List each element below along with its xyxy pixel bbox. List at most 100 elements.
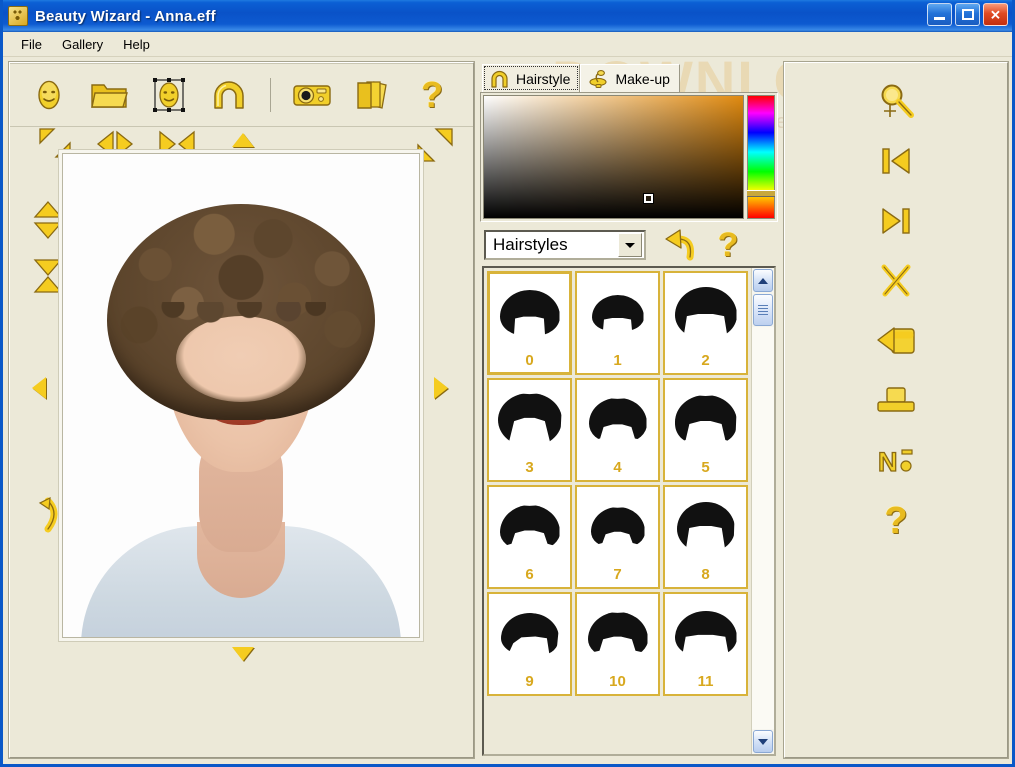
scissors-icon (881, 264, 911, 297)
rotate-button[interactable] (28, 495, 62, 535)
stamp-button[interactable] (869, 377, 923, 425)
undo-box-icon (877, 327, 915, 354)
hairstyle-index-label: 0 (525, 352, 534, 369)
wig-icon (491, 70, 508, 88)
hairstyle-index-label: 2 (701, 352, 710, 369)
wig-silhouette (500, 613, 559, 655)
move-right-button[interactable] (434, 377, 448, 399)
new-face-button[interactable] (28, 75, 70, 115)
move-down-button[interactable] (232, 647, 254, 661)
move-up-button[interactable] (232, 133, 254, 147)
close-button[interactable]: ✕ (983, 3, 1008, 26)
first-frame-icon (882, 148, 910, 174)
wig-silhouette (499, 505, 560, 548)
help-button[interactable]: ? (411, 75, 453, 115)
shrink-vertical-button[interactable] (30, 255, 66, 297)
numbering-button[interactable]: N (869, 437, 923, 485)
hairstyle-thumbnail[interactable]: 10 (575, 592, 660, 696)
style-category-value: Hairstyles (493, 235, 568, 254)
editor-panel: ? (8, 61, 475, 759)
menu-bar: File Gallery Help (3, 32, 1012, 57)
move-right-icon (434, 377, 448, 399)
maximize-button[interactable] (955, 3, 980, 26)
hairstyle-thumbnail[interactable]: 2 (663, 271, 748, 375)
hairstyle-thumbnail[interactable]: 7 (575, 485, 660, 589)
hairstyle-preview (577, 273, 658, 353)
camera-icon (293, 84, 331, 106)
tab-hairstyle[interactable]: Hairstyle (482, 64, 581, 92)
hairstyle-preview (665, 487, 746, 567)
hairstyle-thumbnail[interactable]: 1 (575, 271, 660, 375)
select-face-button[interactable] (148, 75, 190, 115)
move-up-icon (232, 133, 254, 147)
zoom-in-button[interactable] (869, 77, 923, 125)
chevron-down-icon[interactable] (618, 233, 642, 257)
wig-silhouette (588, 398, 647, 442)
hairstyle-thumbnail[interactable]: 4 (575, 378, 660, 482)
color-cursor[interactable] (644, 194, 653, 203)
wig-silhouette (499, 290, 560, 336)
undo-button[interactable] (656, 225, 700, 265)
style-controls: Hairstyles ? (480, 222, 778, 266)
stretch-vertical-button[interactable] (30, 199, 66, 241)
application-window: Beauty Wizard - Anna.eff ✕ File Gallery … (0, 0, 1015, 767)
open-folder-button[interactable] (88, 75, 130, 115)
arch-button[interactable] (208, 75, 250, 115)
restore-button[interactable] (869, 317, 923, 365)
hairstyle-thumbnail[interactable]: 6 (487, 485, 572, 589)
tab-makeup[interactable]: Make-up (580, 64, 680, 92)
main-toolbar: ? (10, 63, 473, 127)
last-frame-icon (882, 208, 910, 234)
menu-item-file[interactable]: File (11, 34, 52, 55)
main-area: DOWNLOAD Software - Games - Drivers (3, 57, 1012, 764)
last-frame-button[interactable] (869, 197, 923, 245)
hair-fringe (156, 302, 326, 346)
style-category-select[interactable]: Hairstyles (484, 230, 646, 260)
thumbnail-scrollbar[interactable] (751, 268, 774, 754)
move-left-button[interactable] (32, 377, 46, 399)
stamp-icon (877, 387, 915, 412)
first-frame-button[interactable] (869, 137, 923, 185)
scrollbar-track[interactable] (752, 327, 774, 729)
photo-frame[interactable] (62, 153, 420, 638)
cards-icon (357, 80, 387, 109)
hairstyle-index-label: 8 (701, 566, 710, 583)
wig-silhouette (590, 507, 645, 547)
menu-item-gallery[interactable]: Gallery (52, 34, 113, 55)
minimize-button[interactable] (927, 3, 952, 26)
hairstyle-index-label: 11 (697, 673, 714, 690)
scroll-up-button[interactable] (753, 269, 773, 292)
wig-silhouette (591, 295, 644, 331)
menu-item-help[interactable]: Help (113, 34, 160, 55)
hairstyle-thumbnail[interactable]: 5 (663, 378, 748, 482)
saturation-value-field[interactable] (483, 95, 744, 219)
scrollbar-thumb[interactable] (753, 294, 773, 326)
open-folder-icon (91, 83, 128, 108)
tools-panel: N ? (783, 61, 1009, 759)
toolbar-separator (270, 77, 271, 112)
hue-strip[interactable] (747, 95, 775, 219)
zoom-in-icon (881, 84, 914, 118)
tools-help-button[interactable]: ? (869, 497, 923, 545)
hairstyle-thumbnail[interactable]: 8 (663, 485, 748, 589)
hairstyle-index-label: 7 (613, 566, 622, 583)
hue-gradient[interactable] (747, 95, 775, 219)
help-question-icon: ? (884, 500, 908, 542)
hairstyle-thumbnail[interactable]: 0 (487, 271, 572, 375)
cards-button[interactable] (351, 75, 393, 115)
hairstyle-preview (577, 380, 658, 460)
hairstyle-thumbnail[interactable]: 11 (663, 592, 748, 696)
hairstyle-index-label: 9 (525, 673, 534, 690)
hue-slider-marker[interactable] (747, 190, 775, 197)
hairstyle-thumbnail[interactable]: 9 (487, 592, 572, 696)
hairstyle-index-label: 10 (609, 673, 626, 690)
style-help-button[interactable]: ? (710, 225, 746, 265)
arch-icon (214, 80, 244, 109)
close-icon: ✕ (990, 7, 1001, 22)
camera-button[interactable] (291, 75, 333, 115)
scissors-button[interactable] (869, 257, 923, 305)
window-title: Beauty Wizard - Anna.eff (35, 7, 216, 25)
scroll-down-button[interactable] (753, 730, 773, 753)
minimize-icon (934, 17, 945, 20)
hairstyle-thumbnail[interactable]: 3 (487, 378, 572, 482)
